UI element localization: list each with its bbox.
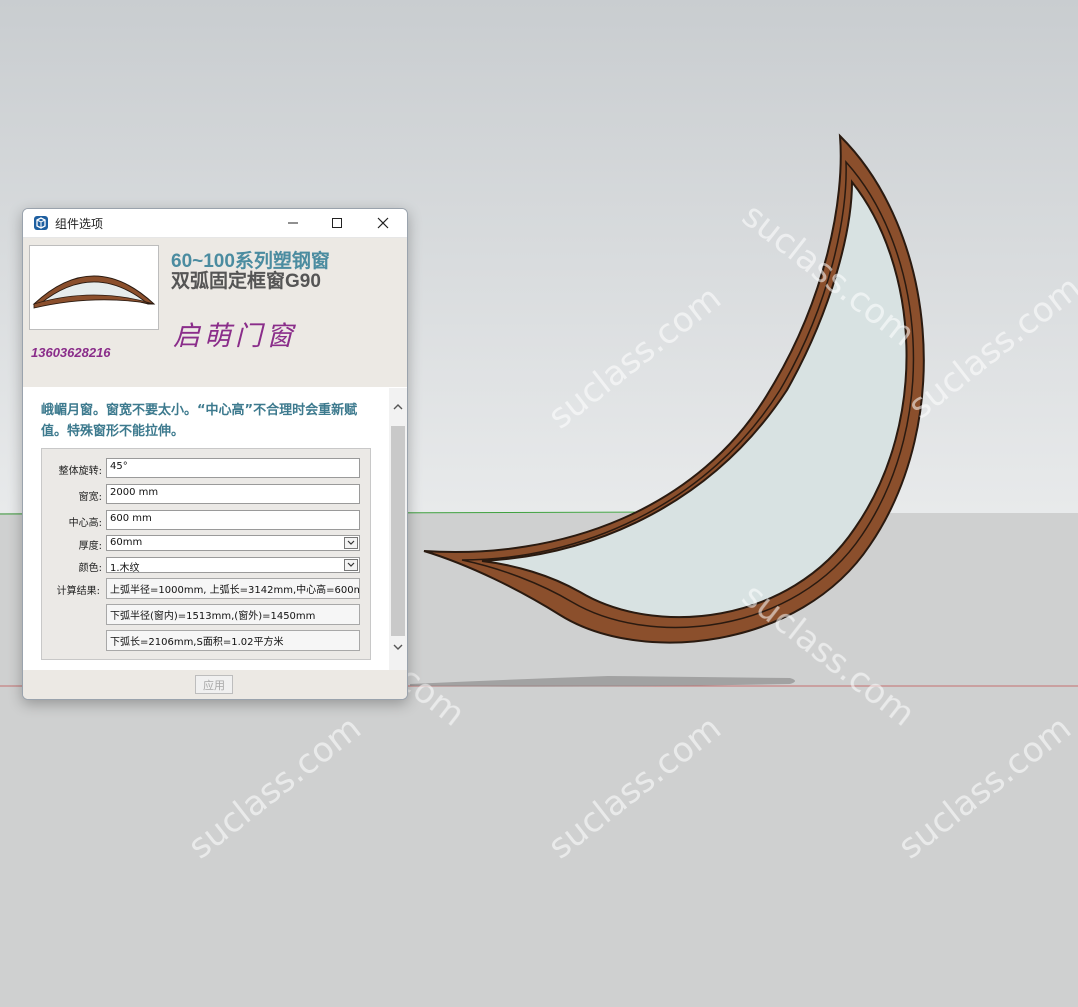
close-icon [377,217,389,229]
result-label: 计算结果: [56,586,100,597]
vertical-scrollbar[interactable] [389,388,407,670]
scroll-up-icon[interactable] [392,402,404,412]
color-label: 颜色: [78,563,102,574]
minimize-icon [288,222,298,224]
phone-number: 13603628216 [31,345,111,360]
maximize-icon [332,218,342,228]
maximize-button[interactable] [315,209,359,237]
arch-window-thumbnail [32,275,156,309]
chevron-down-icon[interactable] [344,537,358,549]
product-model: 双弧固定框窗G90 [171,271,321,292]
close-button[interactable] [361,209,405,237]
color-value: 1.木纹 [110,563,140,573]
result-line-3: 下弧长=2106mm,S面积=1.02平方米 [106,630,360,651]
dialog-title: 组件选项 [55,217,104,231]
options-content: 峨嵋月窗。窗宽不要太小。“中心高”不合理时会重新赋值。特殊窗形不能拉伸。 整体旋… [23,388,389,670]
sketchup-app-icon [34,216,48,230]
center-height-label: 中心高: [68,518,102,529]
dialog-footer: 应用 [23,670,407,699]
apply-button[interactable]: 应用 [195,675,233,694]
scroll-down-icon[interactable] [392,642,404,652]
width-label: 窗宽: [78,492,102,503]
component-options-dialog: 组件选项 60~100系列塑钢窗 双弧固定框窗G90 启萌门窗 13603628… [22,208,408,700]
brand-name: 启萌门窗 [173,321,297,352]
rotation-input[interactable]: 45° [106,458,360,478]
result-line-1: 上弧半径=1000mm, 上弧长=3142mm,中心高=600mm [106,578,360,599]
width-input[interactable]: 2000 mm [106,484,360,504]
thickness-select[interactable]: 60mm [106,535,360,551]
thickness-value: 60mm [110,537,143,548]
center-height-input[interactable]: 600 mm [106,510,360,530]
product-header: 60~100系列塑钢窗 双弧固定框窗G90 启萌门窗 13603628216 [23,238,407,387]
scroll-thumb[interactable] [391,426,405,636]
result-line-2: 下弧半径(窗内)=1513mm,(窗外)=1450mm [106,604,360,625]
minimize-button[interactable] [271,209,315,237]
rotation-label: 整体旋转: [58,466,102,477]
color-select[interactable]: 1.木纹 [106,557,360,573]
dialog-titlebar[interactable]: 组件选项 [23,209,407,238]
window-preview [29,245,159,330]
thickness-label: 厚度: [78,541,102,552]
chevron-down-icon[interactable] [344,559,358,571]
options-form: 整体旋转: 45° 窗宽: 2000 mm 中心高: 600 mm 厚度: 60… [41,448,371,660]
description-text: 峨嵋月窗。窗宽不要太小。“中心高”不合理时会重新赋值。特殊窗形不能拉伸。 [41,403,358,439]
